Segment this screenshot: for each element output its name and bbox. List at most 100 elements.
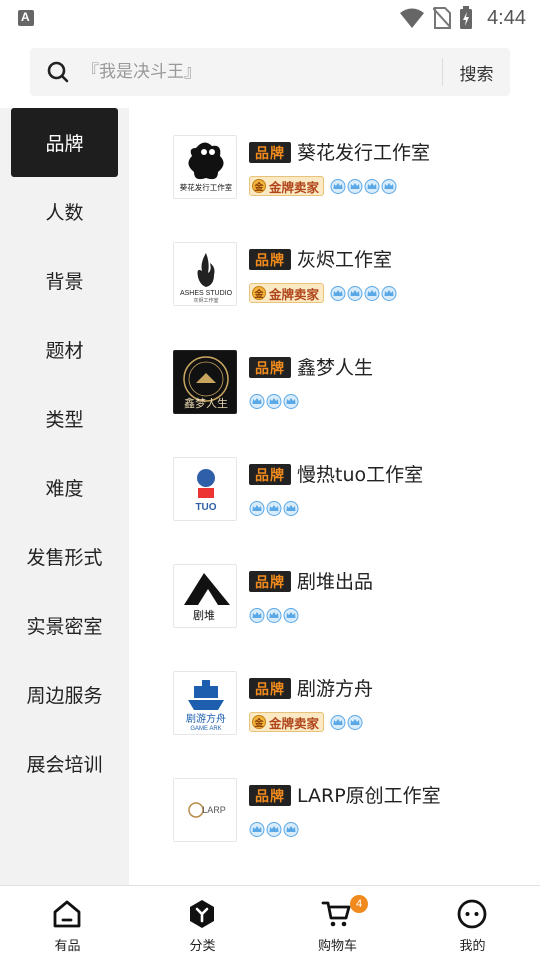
wifi-icon (400, 8, 425, 28)
nav-home-label: 有品 (54, 939, 81, 954)
crown-icon (266, 607, 282, 623)
crown-icon (266, 500, 282, 516)
judui-logo: 剧堆 (173, 564, 237, 628)
crown-icon (347, 285, 363, 301)
sunflower-studio-logo: 葵花发行工作室 (173, 135, 237, 199)
category-icon (190, 900, 214, 928)
brand-name: 慢热tuo工作室 (297, 464, 424, 486)
svg-text:葵花发行工作室: 葵花发行工作室 (180, 182, 233, 192)
brand-tag: 品牌 (249, 357, 291, 378)
gold-seller-badge: 金金牌卖家 (249, 176, 325, 196)
seller-badges: 金金牌卖家 (249, 176, 397, 196)
brand-name: 鑫梦人生 (297, 357, 374, 379)
brand-tag: 品牌 (249, 785, 291, 806)
svg-text:鑫梦人生: 鑫梦人生 (184, 396, 228, 410)
tuo-studio-logo: TUO (173, 457, 237, 521)
nav-profile[interactable]: 我的 (405, 886, 540, 960)
app-notification-icon: A (18, 10, 34, 26)
crown-icon (330, 714, 346, 730)
nav-home[interactable]: 有品 (0, 886, 135, 960)
crown-rating (249, 607, 299, 623)
sidebar-item-theme[interactable]: 题材 (0, 315, 129, 384)
brand-item[interactable]: TUO 品牌 慢热tuo工作室 (173, 457, 533, 523)
medal-icon: 金 (252, 179, 266, 193)
crown-icon (283, 821, 299, 837)
brand-item[interactable]: 剧堆 品牌 剧堆出品 (173, 564, 533, 630)
brand-name: 灰烬工作室 (297, 249, 393, 271)
crown-rating (249, 500, 299, 516)
nav-cart[interactable]: 4 购物车 (270, 886, 405, 960)
crown-icon (330, 178, 346, 194)
crown-icon (381, 178, 397, 194)
medal-icon: 金 (252, 715, 266, 729)
crown-icon (249, 607, 265, 623)
sidebar-item-expo-training[interactable]: 展会培训 (0, 729, 129, 798)
sidebar-item-background[interactable]: 背景 (0, 246, 129, 315)
svg-text:GAME ARK: GAME ARK (190, 726, 221, 732)
crown-icon (347, 714, 363, 730)
brand-item[interactable]: LARP 品牌 LARP原创工作室 (173, 778, 533, 844)
crown-icon (249, 821, 265, 837)
brand-tag: 品牌 (249, 142, 291, 163)
seller-badges (249, 819, 299, 839)
sidebar-item-brand[interactable]: 品牌 (11, 108, 118, 177)
cart-icon (321, 901, 351, 927)
crown-icon (249, 393, 265, 409)
svg-text:LARP: LARP (202, 805, 226, 815)
brand-list: 葵花发行工作室 品牌 葵花发行工作室 金金牌卖家 ASHES STUDIO 灰烬… (129, 108, 540, 885)
search-input[interactable] (82, 58, 462, 86)
profile-icon (457, 899, 487, 929)
cart-count-badge: 4 (350, 895, 368, 913)
crown-icon (266, 393, 282, 409)
search-bar[interactable]: 搜索 (30, 48, 510, 96)
crown-icon (330, 285, 346, 301)
clock: 4:44 (487, 6, 526, 29)
crown-rating (330, 714, 363, 730)
brand-item[interactable]: 剧游方舟 GAME ARK 品牌 剧游方舟 金金牌卖家 (173, 671, 533, 737)
crown-rating (330, 285, 397, 301)
larp-studio-logo: LARP (173, 778, 237, 842)
sidebar-item-escape-room[interactable]: 实景密室 (0, 591, 129, 660)
svg-text:ASHES STUDIO: ASHES STUDIO (180, 290, 233, 297)
sidebar-item-merch-services[interactable]: 周边服务 (0, 660, 129, 729)
brand-name: 葵花发行工作室 (297, 142, 431, 164)
gold-seller-badge: 金金牌卖家 (249, 283, 325, 303)
svg-text:剧堆: 剧堆 (193, 609, 215, 622)
brand-name: 剧堆出品 (297, 571, 374, 593)
nav-category-label: 分类 (189, 939, 216, 954)
xinmeng-logo: 鑫梦人生 (173, 350, 237, 414)
svg-text:灰烬工作室: 灰烬工作室 (193, 297, 218, 304)
search-button[interactable]: 搜索 (443, 48, 510, 96)
sidebar-item-type[interactable]: 类型 (0, 384, 129, 453)
crown-icon (266, 821, 282, 837)
crown-rating (330, 178, 397, 194)
brand-name: 剧游方舟 (297, 678, 374, 700)
brand-tag: 品牌 (249, 571, 291, 592)
gold-seller-badge: 金金牌卖家 (249, 712, 325, 732)
sidebar-item-difficulty[interactable]: 难度 (0, 453, 129, 522)
home-icon (53, 900, 81, 928)
crown-icon (364, 178, 380, 194)
crown-icon (283, 607, 299, 623)
nav-cart-label: 购物车 (317, 939, 357, 954)
bottom-navigation: 有品 分类 4 购物车 我的 (0, 885, 540, 960)
battery-charging-icon (460, 6, 473, 29)
medal-icon: 金 (252, 286, 266, 300)
sidebar-item-players[interactable]: 人数 (0, 177, 129, 246)
sidebar-item-sale-format[interactable]: 发售形式 (0, 522, 129, 591)
ashes-studio-logo: ASHES STUDIO 灰烬工作室 (173, 242, 237, 306)
seller-badges: 金金牌卖家 (249, 283, 397, 303)
brand-item[interactable]: 葵花发行工作室 品牌 葵花发行工作室 金金牌卖家 (173, 135, 533, 201)
seller-badges: 金金牌卖家 (249, 712, 363, 732)
svg-text:TUO: TUO (195, 502, 216, 513)
crown-icon (283, 393, 299, 409)
brand-tag: 品牌 (249, 464, 291, 485)
crown-rating (249, 821, 299, 837)
no-sim-icon (433, 7, 452, 29)
crown-icon (283, 500, 299, 516)
brand-item[interactable]: ASHES STUDIO 灰烬工作室 品牌 灰烬工作室 金金牌卖家 (173, 242, 533, 308)
status-icons: 4:44 (399, 6, 526, 30)
brand-name: LARP原创工作室 (297, 785, 441, 807)
nav-category[interactable]: 分类 (135, 886, 270, 960)
brand-item[interactable]: 鑫梦人生 品牌 鑫梦人生 (173, 350, 533, 416)
